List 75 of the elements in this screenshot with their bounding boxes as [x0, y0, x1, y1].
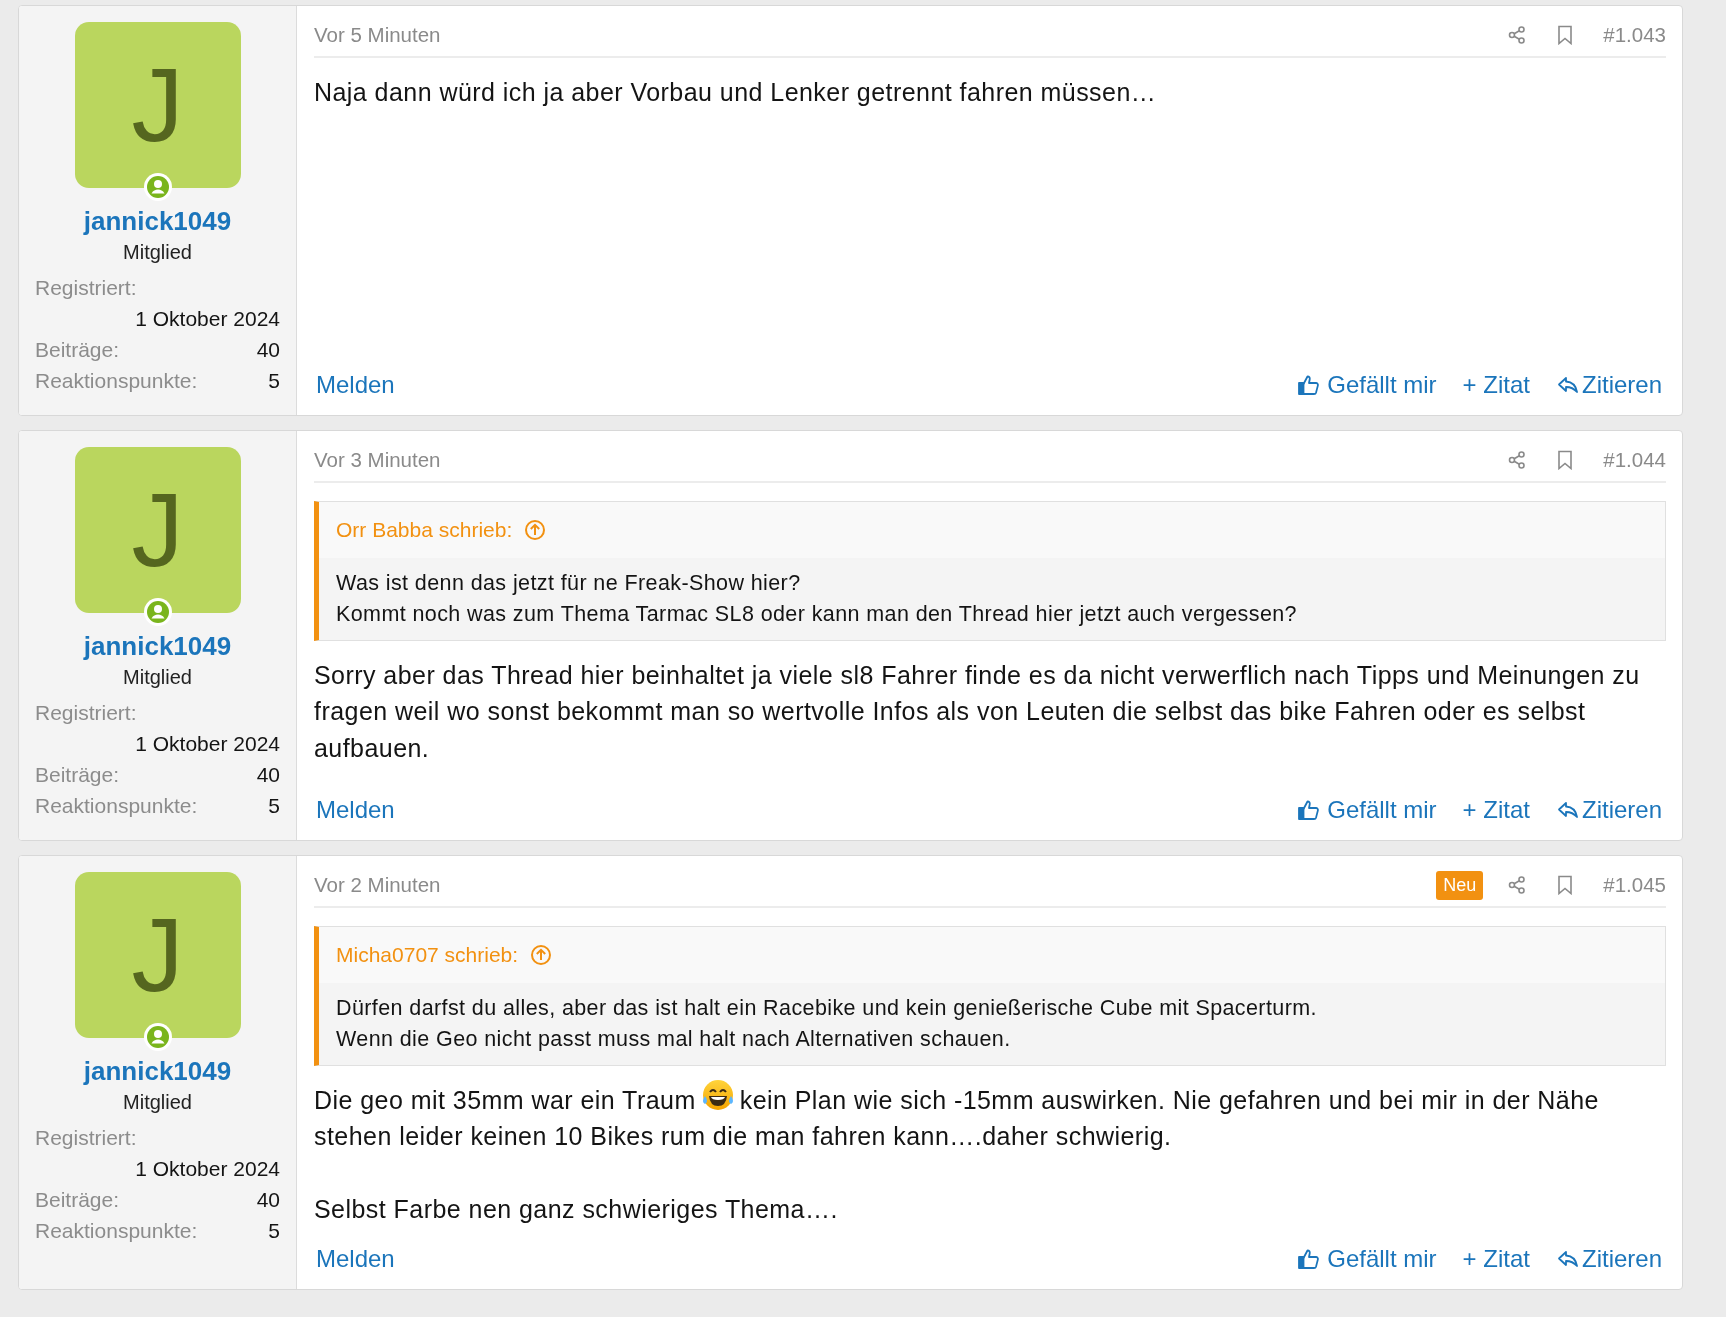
- post-text: stehen leider keinen 10 Bikes rum die man fahren kann….daher schwierig.: [314, 1121, 1173, 1152]
- report-link[interactable]: Melden: [316, 367, 395, 403]
- bookmark-icon: [1557, 25, 1574, 45]
- bookmark-icon: [1557, 875, 1574, 895]
- quote-text: Wenn die Geo nicht passt muss mal halt nach Alternativen schauen.: [336, 1025, 1012, 1053]
- stat-label: Registriert:: [35, 275, 138, 301]
- arrow-up-circle-icon: [524, 518, 547, 541]
- reply-link[interactable]: Zitieren: [1555, 367, 1662, 403]
- share-icon: [1507, 450, 1528, 470]
- stat-label: Registriert:: [35, 700, 138, 726]
- quote-text: Was ist denn das jetzt für ne Freak-Show hier?: [336, 569, 802, 597]
- bookmark-icon: [1557, 450, 1574, 470]
- arrow-up-circle-icon: [530, 943, 553, 966]
- multiquote-link[interactable]: + Zitat: [1462, 367, 1530, 403]
- post-text: Die geo mit 35mm war ein Traum: [314, 1084, 696, 1116]
- stat-label: Reaktionspunkte:: [35, 1218, 198, 1244]
- post-number-link[interactable]: #1.043: [1603, 19, 1666, 51]
- online-status-icon: [142, 1022, 173, 1052]
- stat-value: 40: [256, 1187, 280, 1213]
- stat-value: 40: [256, 337, 280, 363]
- share-button[interactable]: [1507, 25, 1528, 45]
- multiquote-link[interactable]: + Zitat: [1462, 792, 1530, 828]
- stat-value: 1 Oktober 2024: [134, 1156, 280, 1182]
- new-badge: Neu: [1436, 870, 1484, 900]
- post-number-link[interactable]: #1.044: [1603, 444, 1666, 476]
- bookmark-button[interactable]: [1557, 450, 1574, 470]
- share-icon: [1507, 25, 1528, 45]
- stat-value: 1 Oktober 2024: [134, 306, 280, 332]
- stat-label: Beiträge:: [35, 1187, 120, 1213]
- user-role: Mitglied: [123, 240, 192, 265]
- thumbs-up-icon: [1297, 373, 1322, 397]
- quote-author: Micha0707 schrieb:: [336, 942, 519, 968]
- post-text: Sorry aber das Thread hier beinhaltet ja viele sl8 Fahrer finde es da nicht verwerflich nach Tipps und Meinungen zu fragen weil wo sonst bekommt man so wertvolle Infos als von Leuten die selbst das bike Fahren oder es selbst aufbauen.: [314, 659, 1641, 764]
- post-text: kein Plan wie sich -15mm auswirken. Nie gefahren und bei mir in der Nähe: [739, 1084, 1599, 1116]
- share-icon: [1507, 875, 1528, 895]
- thumbs-up-icon: [1297, 1247, 1322, 1271]
- stat-value: 5: [268, 793, 280, 819]
- quote-author: Orr Babba schrieb:: [336, 517, 513, 543]
- report-link[interactable]: Melden: [316, 792, 395, 828]
- post-time: Vor 5 Minuten: [314, 21, 441, 48]
- stat-label: Registriert:: [35, 1125, 138, 1151]
- post-number-link[interactable]: #1.045: [1603, 869, 1666, 901]
- report-link[interactable]: Melden: [316, 1241, 395, 1277]
- stat-label: Beiträge:: [35, 337, 120, 363]
- username-link[interactable]: jannick1049: [83, 1054, 232, 1088]
- post-text: Naja dann würd ich ja aber Vorbau und Lenker getrennt fahren müssen…: [314, 77, 1158, 108]
- like-link[interactable]: Gefällt mir: [1297, 367, 1437, 403]
- stat-value: 1 Oktober 2024: [134, 731, 280, 757]
- share-button[interactable]: [1507, 875, 1528, 895]
- quote-text: Kommt noch was zum Thema Tarmac SL8 oder kann man den Thread hier jetzt auch vergessen?: [336, 600, 1298, 628]
- post-time: Vor 2 Minuten: [314, 871, 441, 898]
- multiquote-link[interactable]: + Zitat: [1462, 1241, 1530, 1277]
- stat-value: 40: [256, 762, 280, 788]
- quote-text: Dürfen darfst du alles, aber das ist halt ein Racebike und kein genießerische Cube mit Spacerturm.: [336, 994, 1318, 1022]
- stat-value: 5: [268, 368, 280, 394]
- username-link[interactable]: jannick1049: [83, 629, 232, 663]
- post-text: Selbst Farbe nen ganz schwieriges Thema….: [314, 1193, 839, 1225]
- stat-label: Reaktionspunkte:: [35, 793, 198, 819]
- reply-link[interactable]: Zitieren: [1555, 792, 1662, 828]
- stat-value: 5: [268, 1218, 280, 1244]
- like-link[interactable]: Gefällt mir: [1297, 792, 1437, 828]
- bookmark-button[interactable]: [1557, 875, 1574, 895]
- online-status-icon: [142, 597, 173, 627]
- bookmark-button[interactable]: [1557, 25, 1574, 45]
- stat-label: Reaktionspunkte:: [35, 368, 198, 394]
- user-role: Mitglied: [123, 1090, 192, 1115]
- user-role: Mitglied: [123, 665, 192, 690]
- username-link[interactable]: jannick1049: [83, 204, 232, 238]
- stat-label: Beiträge:: [35, 762, 120, 788]
- thumbs-up-icon: [1297, 798, 1322, 822]
- post-time: Vor 3 Minuten: [314, 446, 441, 473]
- online-status-icon: [142, 172, 173, 202]
- reply-link[interactable]: Zitieren: [1555, 1241, 1662, 1277]
- share-button[interactable]: [1507, 450, 1528, 470]
- like-link[interactable]: Gefällt mir: [1297, 1241, 1437, 1277]
